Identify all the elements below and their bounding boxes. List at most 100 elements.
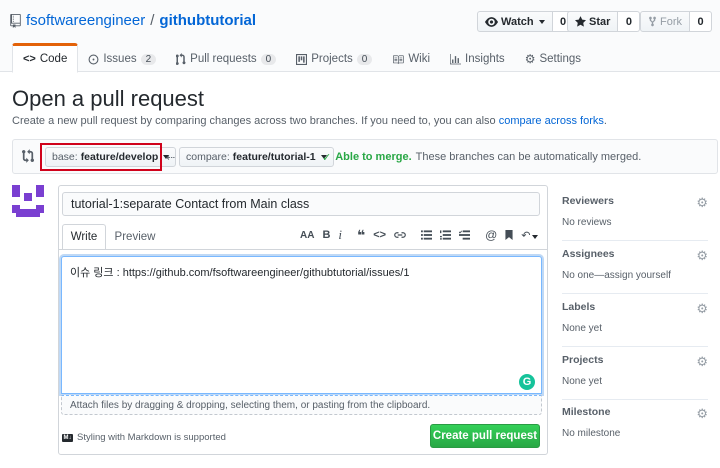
compare-across-forks-link[interactable]: compare across forks — [499, 115, 604, 127]
markdown-toolbar: AA B i ❝ <> @ ↶ — [300, 227, 544, 243]
repo-icon — [10, 13, 21, 28]
page-title: Open a pull request — [12, 86, 205, 111]
projects-value: None yet — [562, 376, 603, 387]
issue-icon — [88, 54, 99, 65]
merge-status-detail: These branches can be automatically merg… — [415, 151, 642, 163]
star-label: Star — [589, 15, 611, 28]
tab-settings-label: Settings — [539, 53, 582, 65]
bold-icon[interactable]: B — [322, 229, 330, 241]
fork-button-group: Fork 0 — [640, 11, 712, 32]
code-icon: <> — [23, 53, 36, 65]
unordered-list-icon[interactable] — [421, 230, 433, 240]
fork-button[interactable]: Fork — [640, 11, 690, 32]
reviewers-value: No reviews — [562, 217, 612, 228]
fork-count[interactable]: 0 — [690, 11, 712, 32]
tab-insights[interactable]: Insights — [440, 43, 515, 72]
bookmark-icon[interactable] — [505, 230, 513, 240]
star-icon — [575, 16, 586, 27]
reply-icon[interactable]: ↶ — [521, 229, 538, 242]
description-text: Create a new pull request by comparing c… — [12, 115, 496, 127]
tab-projects-label: Projects — [311, 53, 353, 65]
assignees-heading: Assignees — [562, 248, 615, 260]
labels-gear-icon[interactable]: ⚙ — [696, 301, 708, 317]
ordered-list-icon[interactable] — [440, 230, 452, 240]
milestone-gear-icon[interactable]: ⚙ — [696, 406, 708, 422]
heading-icon[interactable]: AA — [300, 230, 314, 241]
gear-icon: ⚙ — [524, 52, 536, 66]
sidebar-milestone: Milestone No milestone ⚙ — [562, 406, 708, 446]
compare-branch-select[interactable]: compare: feature/tutorial-1 — [179, 147, 334, 167]
tab-preview[interactable]: Preview — [108, 224, 162, 250]
fork-icon — [648, 16, 657, 27]
assignees-gear-icon[interactable]: ⚙ — [696, 248, 708, 264]
code-icon[interactable]: <> — [373, 229, 386, 241]
markdown-icon: M↓ — [62, 433, 73, 442]
project-icon — [296, 53, 308, 65]
highlight-box — [40, 143, 162, 171]
labels-heading: Labels — [562, 301, 596, 313]
attach-files-hint[interactable]: Attach files by dragging & dropping, sel… — [61, 395, 542, 415]
assignees-value[interactable]: No one—assign yourself — [562, 270, 708, 281]
create-pull-request-button[interactable]: Create pull request — [430, 424, 540, 448]
merge-status-label: Able to merge. — [335, 151, 412, 163]
description-end: . — [603, 115, 607, 127]
book-icon — [392, 54, 405, 64]
milestone-heading: Milestone — [562, 406, 611, 418]
labels-value: None yet — [562, 323, 603, 334]
eye-icon — [485, 16, 498, 27]
tab-settings[interactable]: ⚙ Settings — [515, 43, 591, 72]
task-list-icon[interactable] — [459, 230, 471, 240]
compare-branch-name: feature/tutorial-1 — [232, 151, 316, 163]
pull-request-icon — [176, 53, 186, 65]
projects-gear-icon[interactable]: ⚙ — [696, 354, 708, 370]
compare-prefix: compare: — [186, 151, 230, 163]
comment-body-textarea[interactable]: 이슈 링크 : https://github.com/fsoftwareengi… — [61, 256, 542, 394]
italic-icon[interactable]: i — [338, 227, 342, 243]
tab-code[interactable]: <> Code — [12, 43, 79, 73]
link-icon[interactable] — [394, 231, 406, 239]
pull-requests-count-badge: 0 — [260, 53, 277, 65]
star-count[interactable]: 0 — [618, 11, 641, 32]
tab-pull-requests[interactable]: Pull requests 0 — [166, 43, 286, 72]
markdown-note: M↓ Styling with Markdown is supported — [62, 432, 226, 443]
avatar[interactable] — [12, 185, 44, 217]
graph-icon — [450, 53, 462, 65]
issues-count-badge: 2 — [140, 53, 157, 65]
watch-label: Watch — [501, 15, 534, 28]
tab-write[interactable]: Write — [62, 224, 106, 250]
mention-icon[interactable]: @ — [485, 228, 497, 242]
repo-name-link[interactable]: githubtutorial — [159, 12, 256, 29]
title-input[interactable] — [62, 192, 540, 216]
page-description: Create a new pull request by comparing c… — [12, 115, 607, 127]
tab-issues-label: Issues — [103, 53, 137, 65]
tab-issues[interactable]: Issues 2 — [78, 43, 166, 72]
compare-arrows-icon — [22, 149, 34, 163]
reviewers-heading: Reviewers — [562, 195, 614, 207]
star-button[interactable]: Star — [567, 11, 619, 32]
quote-icon[interactable]: ❝ — [357, 227, 365, 244]
merge-status: ✓ Able to merge. These branches can be a… — [322, 151, 641, 164]
markdown-note-label[interactable]: Styling with Markdown is supported — [77, 432, 226, 443]
star-button-group: Star 0 — [567, 11, 641, 32]
repo-owner-link[interactable]: fsoftwareengineer — [26, 12, 145, 29]
tab-divider — [58, 249, 548, 250]
tab-wiki[interactable]: Wiki — [382, 43, 440, 72]
arrow-left-icon: ⇠ — [166, 152, 176, 164]
watch-button-group: Watch 0 — [477, 11, 575, 32]
tab-wiki-label: Wiki — [408, 53, 431, 65]
fork-label: Fork — [660, 15, 682, 28]
tab-pull-requests-label: Pull requests — [190, 53, 257, 65]
projects-count-badge: 0 — [356, 53, 373, 65]
sidebar-projects: Projects None yet ⚙ — [562, 354, 708, 400]
repo-nav-tabs: <> Code Issues 2 Pull requests 0 Project… — [12, 43, 591, 73]
watch-button[interactable]: Watch — [477, 11, 553, 32]
repo-title: fsoftwareengineer / githubtutorial — [10, 12, 256, 29]
repo-separator: / — [150, 12, 155, 29]
grammarly-icon[interactable]: G — [519, 374, 535, 390]
sidebar-labels: Labels None yet ⚙ — [562, 301, 708, 347]
projects-heading: Projects — [562, 354, 604, 366]
reviewers-gear-icon[interactable]: ⚙ — [696, 195, 708, 211]
tab-code-label: Code — [39, 53, 68, 65]
sidebar-reviewers: Reviewers No reviews ⚙ — [562, 195, 708, 241]
tab-projects[interactable]: Projects 0 — [286, 43, 382, 72]
